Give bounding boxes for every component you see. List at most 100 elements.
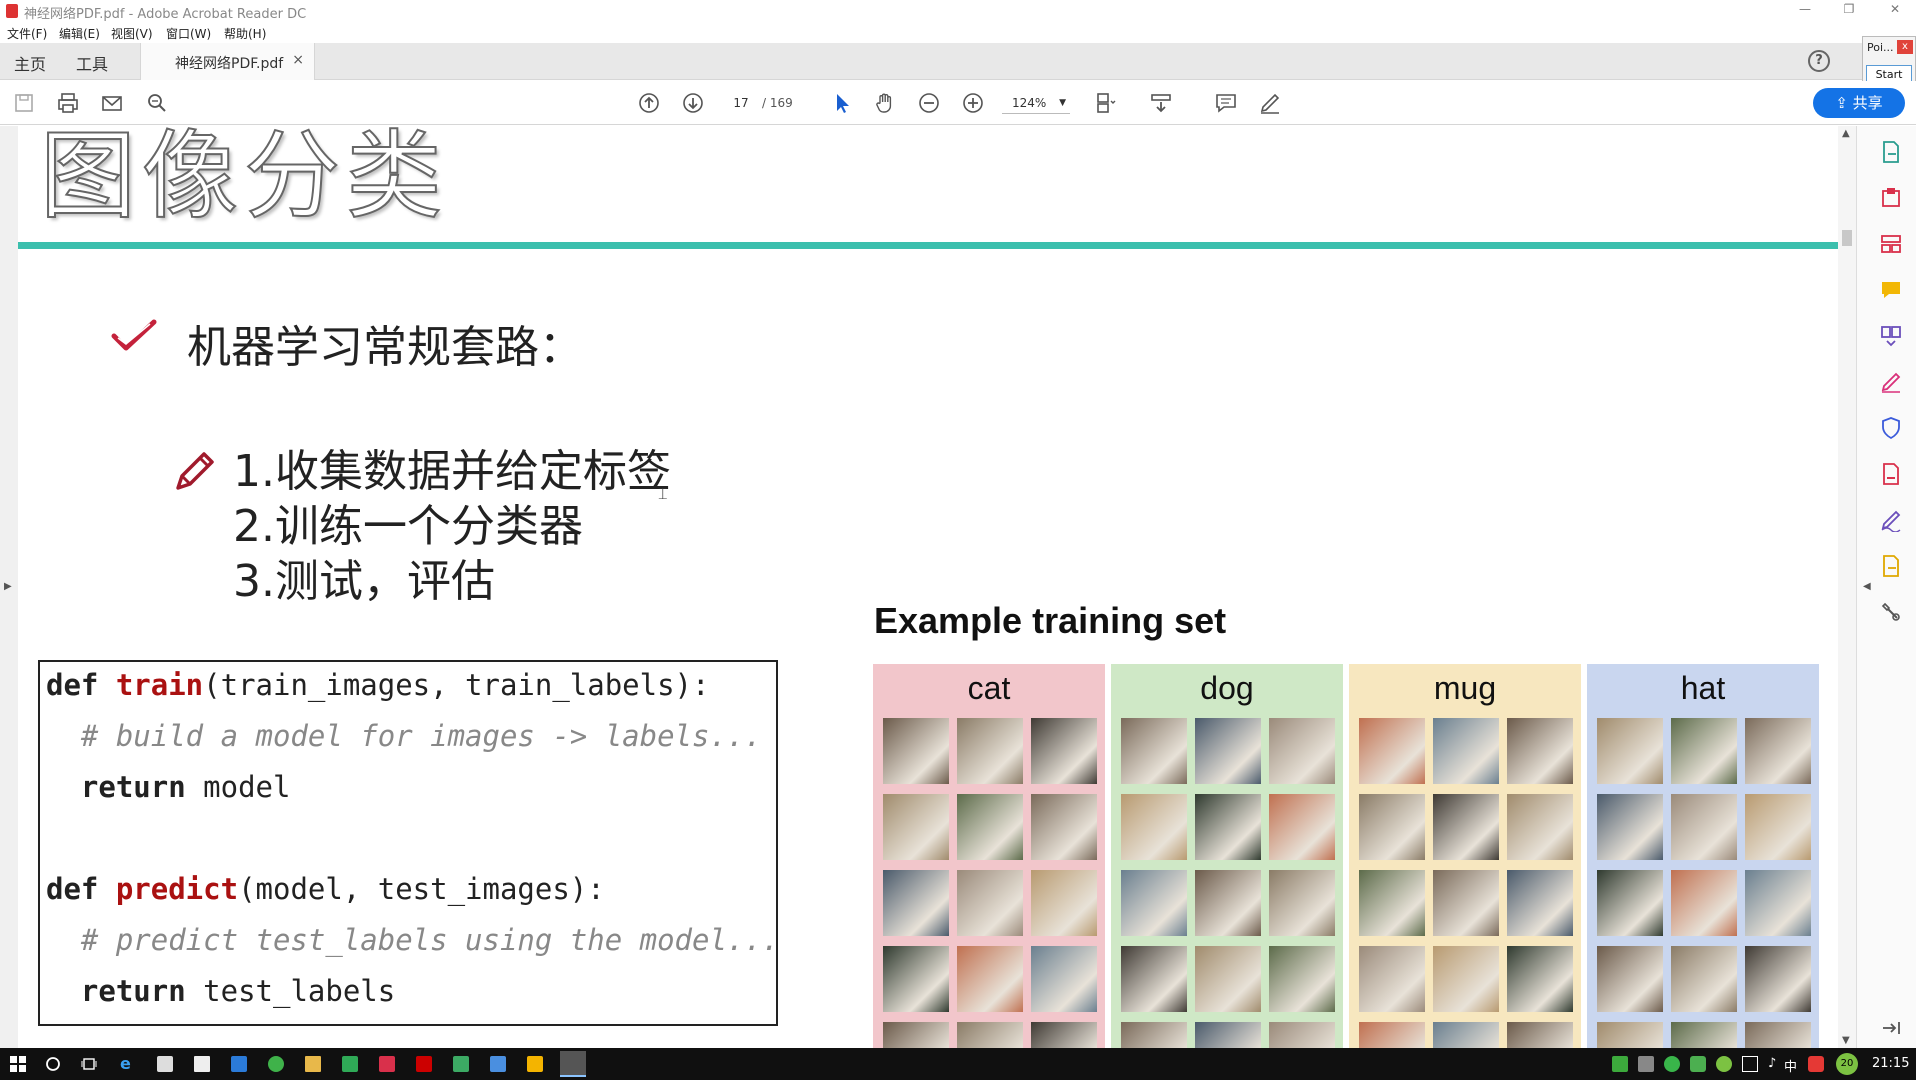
network-icon[interactable]	[1742, 1056, 1758, 1072]
email-icon[interactable]	[100, 91, 124, 115]
training-image	[1745, 794, 1811, 860]
restore-button[interactable]: ❐	[1834, 2, 1864, 16]
menu-file[interactable]: 文件(F)	[7, 25, 47, 42]
next-page-icon[interactable]	[681, 91, 705, 115]
print-icon[interactable]	[56, 91, 80, 115]
code-line: def train(train_images, train_labels):	[46, 668, 709, 702]
store-icon[interactable]	[157, 1056, 173, 1072]
scrollbar-thumb[interactable]	[1842, 230, 1852, 246]
category-column-cat: cat	[873, 664, 1105, 1048]
training-image	[1121, 946, 1187, 1012]
fill-sign-icon[interactable]	[1879, 370, 1903, 394]
volume-icon[interactable]: ♪	[1768, 1056, 1776, 1071]
collapse-panel-icon[interactable]: ◀	[1863, 581, 1871, 592]
close-window-button[interactable]: ✕	[1880, 2, 1910, 16]
training-image	[1269, 946, 1335, 1012]
training-image	[1433, 946, 1499, 1012]
ime-indicator[interactable]: 中	[1784, 1056, 1797, 1075]
highlight-pen-icon[interactable]	[1258, 91, 1282, 115]
title-divider	[18, 242, 1838, 249]
code-token: (model, test_images):	[238, 872, 605, 906]
step-item: 3.测试，评估	[233, 556, 495, 607]
training-image	[1359, 718, 1425, 784]
training-image	[1359, 1022, 1425, 1048]
training-image	[1031, 870, 1097, 936]
acrobat-taskbar-icon[interactable]	[416, 1056, 432, 1072]
red-app-icon[interactable]	[379, 1056, 395, 1072]
file-explorer-icon[interactable]	[305, 1056, 321, 1072]
share-button[interactable]: ⇪ 共享	[1813, 88, 1905, 118]
combine-files-icon[interactable]	[1879, 324, 1903, 348]
window-title: 神经网络PDF.pdf - Adobe Acrobat Reader DC	[24, 7, 307, 22]
tray-wechat-icon[interactable]	[1664, 1056, 1680, 1072]
popup-close-button[interactable]: x	[1897, 40, 1913, 54]
tray-plus-icon[interactable]	[1716, 1056, 1732, 1072]
scroll-up-icon[interactable]: ▲	[1842, 128, 1850, 139]
blue-window-icon[interactable]	[490, 1056, 506, 1072]
share-icon: ⇪	[1835, 94, 1853, 112]
edit-pdf-icon[interactable]	[1879, 462, 1903, 486]
menu-view[interactable]: 视图(V)	[111, 25, 153, 42]
training-image	[1195, 870, 1261, 936]
tray-device-icon[interactable]	[1638, 1056, 1654, 1072]
cortana-search-icon[interactable]	[45, 1056, 61, 1072]
help-icon[interactable]: ?	[1808, 50, 1830, 72]
previous-page-icon[interactable]	[637, 91, 661, 115]
wechat-icon[interactable]	[268, 1056, 284, 1072]
select-cursor-icon[interactable]	[830, 91, 854, 115]
tray-nvidia-icon[interactable]	[1612, 1056, 1628, 1072]
minimize-button[interactable]: —	[1790, 2, 1820, 16]
tab-tools[interactable]: 工具	[76, 51, 108, 75]
search-icon[interactable]	[145, 91, 169, 115]
organize-pages-icon[interactable]	[1879, 232, 1903, 256]
send-for-signature-icon[interactable]	[1879, 508, 1903, 533]
zoom-level-select[interactable]: 124% ▼	[1002, 92, 1070, 114]
checkmark-icon	[111, 319, 157, 351]
page-display-icon[interactable]	[1094, 91, 1118, 115]
sogou-input-icon[interactable]	[1808, 1056, 1824, 1072]
green-tool-icon[interactable]	[453, 1056, 469, 1072]
clock[interactable]: 21:15	[1872, 1056, 1909, 1071]
edge-browser-icon[interactable]: e	[120, 1054, 136, 1073]
visual-studio-icon[interactable]	[231, 1056, 247, 1072]
mail-icon[interactable]	[194, 1056, 210, 1072]
scroll-down-icon[interactable]: ▼	[1842, 1035, 1850, 1046]
hand-tool-icon[interactable]	[873, 91, 897, 115]
more-tools-icon[interactable]	[1879, 600, 1903, 624]
protect-icon[interactable]	[1879, 416, 1903, 440]
training-image	[1597, 794, 1663, 860]
task-view-icon[interactable]	[81, 1056, 97, 1072]
export-pdf-icon[interactable]	[1879, 140, 1903, 164]
training-image	[883, 870, 949, 936]
menu-window[interactable]: 窗口(W)	[166, 25, 211, 42]
zoom-in-icon[interactable]	[961, 91, 985, 115]
collapse-tools-icon[interactable]	[1879, 1016, 1903, 1040]
code-token: model	[185, 770, 291, 804]
comment-panel-icon[interactable]	[1879, 278, 1903, 302]
training-image	[1269, 870, 1335, 936]
tab-home[interactable]: 主页	[14, 51, 46, 75]
page-number-input[interactable]: 17	[723, 92, 759, 114]
menu-edit[interactable]: 编辑(E)	[59, 25, 100, 42]
notification-badge[interactable]: 20	[1836, 1053, 1858, 1075]
zoom-out-icon[interactable]	[917, 91, 941, 115]
yellow-app-icon[interactable]	[527, 1056, 543, 1072]
menu-help[interactable]: 帮助(H)	[224, 25, 266, 42]
save-icon[interactable]	[12, 91, 36, 115]
document-viewport[interactable]: ▶ 图像分类 机器学习常规套路： 1.收集数据并给定标签 2.训练一个分类器 3…	[0, 126, 1840, 1048]
vertical-scrollbar[interactable]: ▲ ▼	[1838, 126, 1856, 1048]
code-token: # build a model for images -> labels...	[46, 719, 762, 753]
left-panel-toggle[interactable]: ▶	[0, 126, 18, 1048]
training-image	[1597, 870, 1663, 936]
green-app-icon[interactable]	[342, 1056, 358, 1072]
tab-document[interactable]: 神经网络PDF.pdf ×	[140, 43, 315, 80]
close-tab-icon[interactable]: ×	[292, 52, 304, 68]
scroll-mode-icon[interactable]	[1149, 91, 1173, 115]
comment-icon[interactable]	[1214, 91, 1238, 115]
windows-start-icon[interactable]	[10, 1056, 26, 1072]
tray-shield-icon[interactable]	[1690, 1056, 1706, 1072]
active-app-icon[interactable]	[560, 1051, 586, 1077]
send-file-icon[interactable]	[1879, 554, 1903, 578]
create-pdf-icon[interactable]	[1879, 186, 1903, 210]
